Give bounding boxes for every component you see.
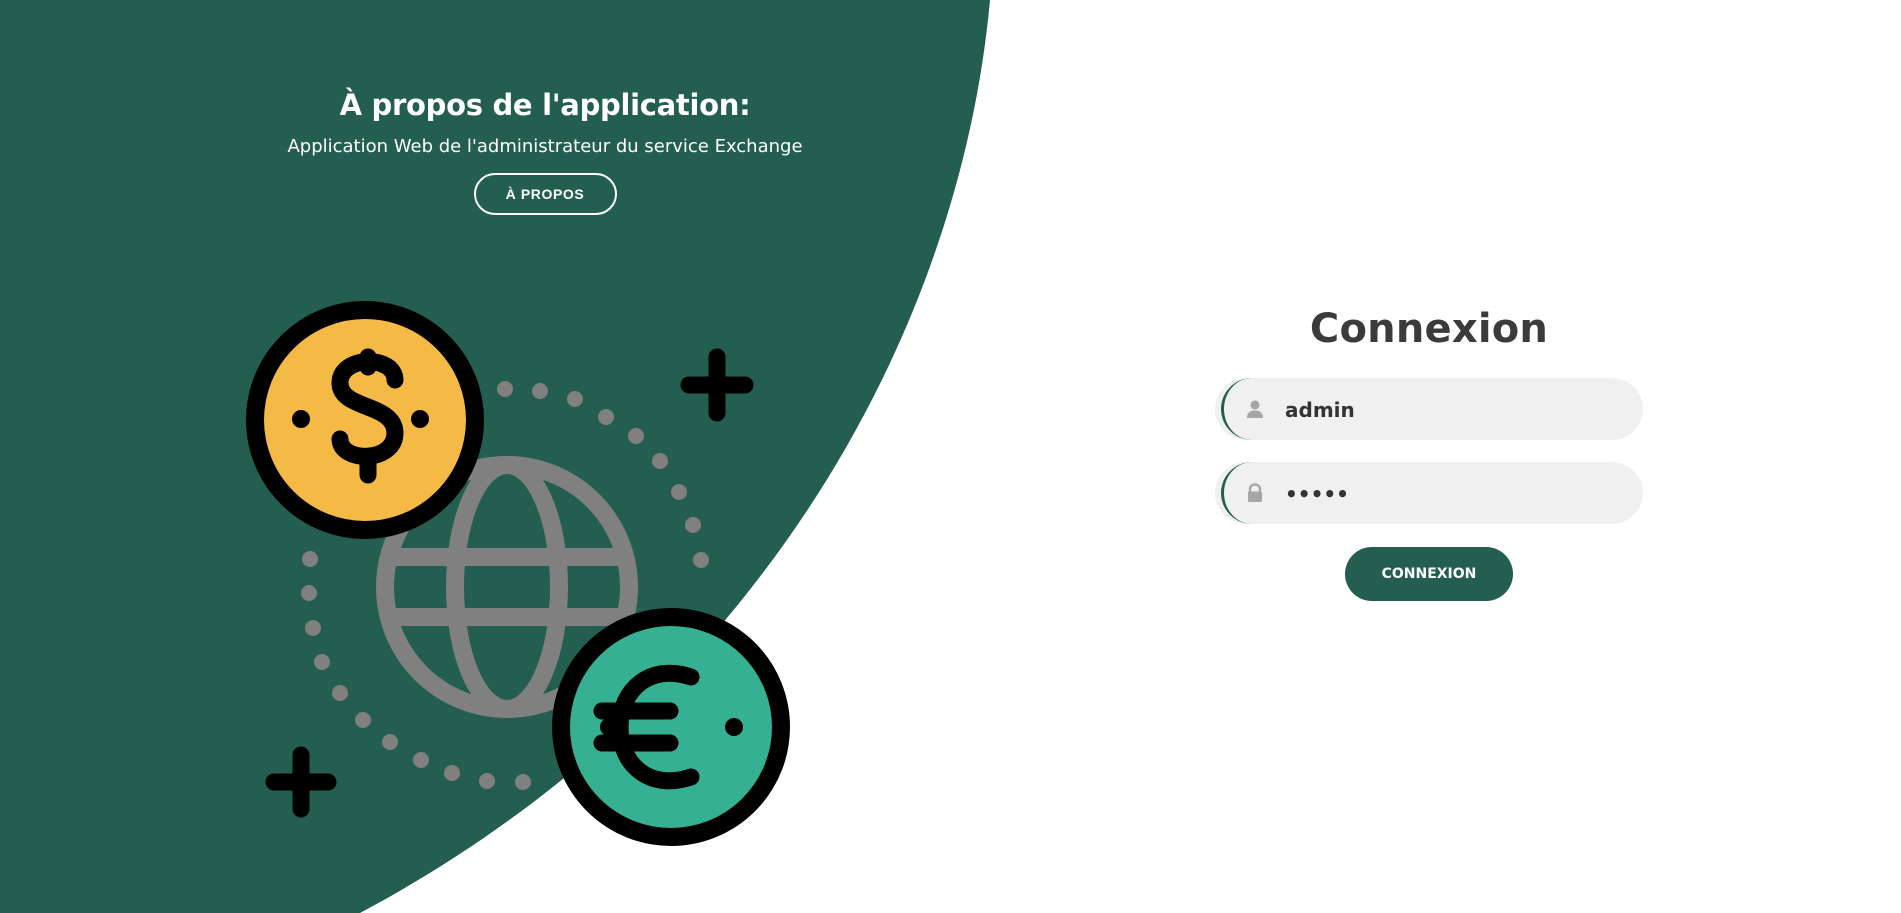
euro-coin-icon [552,608,790,846]
plus-icon [265,746,337,818]
lock-icon [1248,483,1262,502]
login-page: À propos de l'application: Application W… [0,0,1901,913]
password-field [1215,462,1643,524]
about-section: À propos de l'application: Application W… [245,88,845,215]
username-input[interactable] [1283,378,1627,440]
about-title: À propos de l'application: [339,88,751,122]
password-input[interactable] [1283,462,1627,524]
login-button[interactable]: CONNEXION [1345,547,1513,601]
plus-icon [680,348,754,422]
dollar-coin-icon [246,301,484,539]
login-form: Connexion CONNEXION [1215,306,1643,601]
login-title: Connexion [1309,306,1549,352]
username-field [1215,378,1643,440]
exchange-illustration [246,301,790,846]
about-description: Application Web de l'administrateur du s… [287,136,803,157]
about-button[interactable]: À PROPOS [473,173,617,215]
user-icon [1247,400,1263,418]
